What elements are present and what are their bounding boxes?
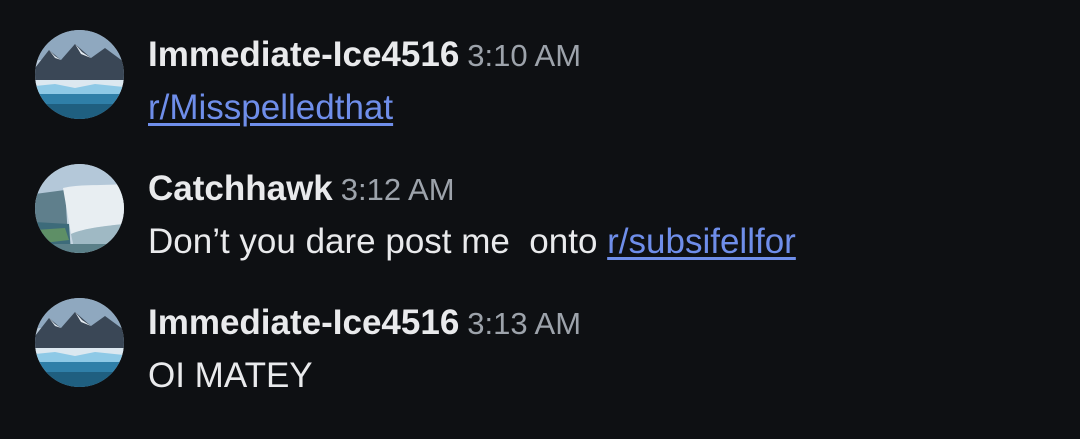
username[interactable]: Immediate-Ice4516 — [148, 303, 459, 342]
message-header: Immediate-Ice4516 3:10 AM — [148, 33, 581, 84]
username[interactable]: Catchhawk — [148, 169, 333, 208]
waterfall-avatar-icon[interactable] — [35, 164, 124, 253]
glacier-avatar-icon[interactable] — [35, 30, 124, 119]
message-body: Don’t you dare post me onto r/subsifellf… — [148, 220, 796, 264]
subreddit-link[interactable]: r/subsifellfor — [607, 222, 796, 261]
glacier-avatar-icon[interactable] — [35, 298, 124, 387]
message-text: OI MATEY — [148, 356, 313, 395]
message-header: Catchhawk 3:12 AM — [148, 167, 455, 218]
chat-message: Immediate-Ice4516 3:13 AM OI MATEY — [0, 298, 1080, 418]
message-body: r/Misspelledthat — [148, 86, 393, 130]
message-header: Immediate-Ice4516 3:13 AM — [148, 301, 581, 352]
timestamp: 3:12 AM — [340, 172, 455, 207]
chat-thread: Immediate-Ice4516 3:10 AM r/Misspelledtha… — [0, 0, 1080, 439]
timestamp: 3:13 AM — [467, 306, 582, 341]
username[interactable]: Immediate-Ice4516 — [148, 35, 459, 74]
timestamp: 3:10 AM — [467, 38, 582, 73]
message-text: Don’t you dare post me onto — [148, 222, 608, 261]
chat-message: Immediate-Ice4516 3:10 AM r/Misspelledtha… — [0, 30, 1080, 150]
message-body: OI MATEY — [148, 354, 313, 398]
subreddit-link[interactable]: r/Misspelledthat — [148, 88, 393, 127]
chat-message: Catchhawk 3:12 AM Don’t you dare post me … — [0, 164, 1080, 284]
